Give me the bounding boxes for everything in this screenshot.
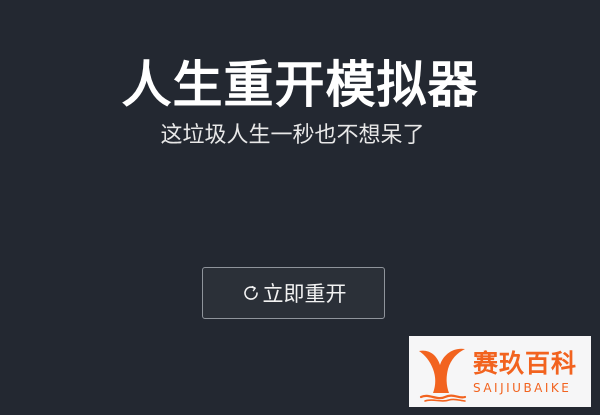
watermark: 赛玖百科 SAIJIUBAIKE bbox=[409, 336, 591, 407]
refresh-icon bbox=[241, 283, 261, 303]
app-screen: 人生重开模拟器 这垃圾人生一秒也不想呆了 立即重开 赛玖百科 SAIJIUBAI… bbox=[0, 0, 600, 415]
page-subtitle: 这垃圾人生一秒也不想呆了 bbox=[160, 123, 425, 148]
watermark-name-en: SAIJIUBAIKE bbox=[473, 380, 572, 395]
whale-tail-icon bbox=[419, 348, 467, 402]
watermark-text: 赛玖百科 SAIJIUBAIKE bbox=[473, 349, 577, 395]
page-title: 人生重开模拟器 bbox=[121, 56, 479, 114]
restart-button[interactable]: 立即重开 bbox=[202, 267, 385, 319]
watermark-name-cn: 赛玖百科 bbox=[473, 348, 578, 378]
restart-button-label: 立即重开 bbox=[262, 282, 347, 306]
